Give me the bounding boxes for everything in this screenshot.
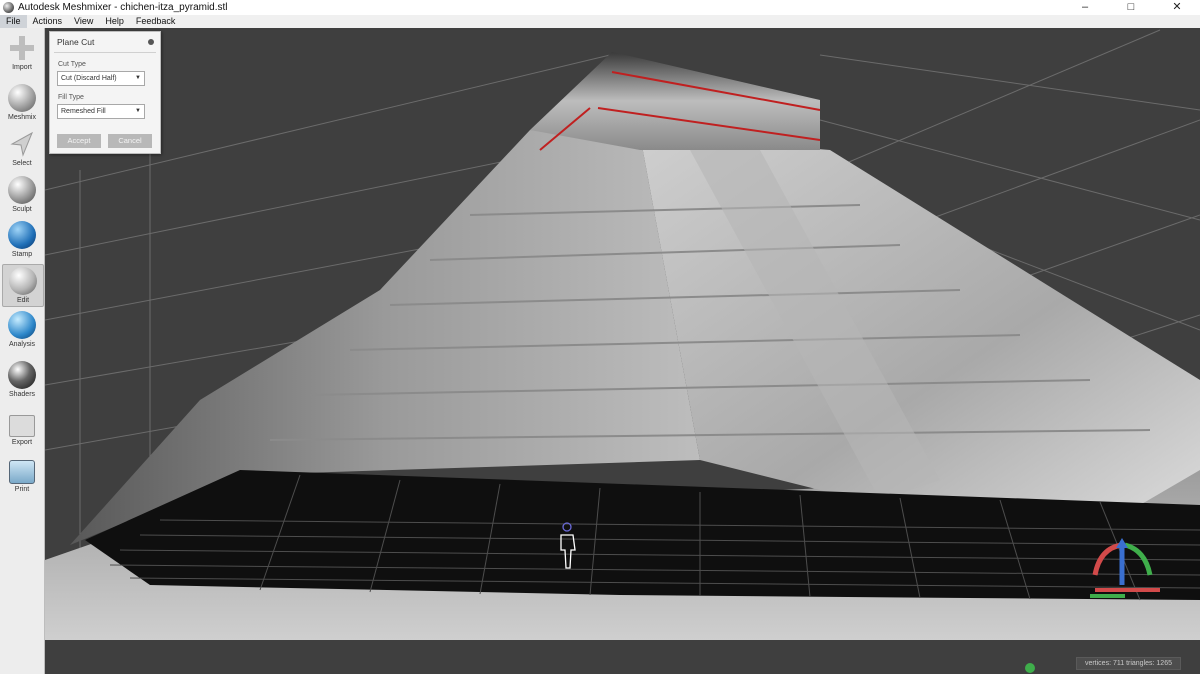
temple-top: [530, 52, 820, 150]
accept-button[interactable]: Accept: [57, 134, 101, 148]
sculpt-brush-icon: [8, 176, 36, 204]
fill-type-value: Remeshed Fill: [61, 108, 106, 115]
tool-meshmix-label: Meshmix: [7, 114, 36, 121]
tool-shaders[interactable]: Shaders: [2, 361, 42, 399]
menu-file[interactable]: File: [0, 15, 27, 28]
plane-cut-panel: Plane Cut Cut Type Cut (Discard Half) ▼ …: [49, 31, 161, 154]
minimize-button[interactable]: –: [1062, 0, 1108, 15]
tool-export[interactable]: Export: [2, 415, 42, 447]
plus-icon: [8, 34, 36, 62]
cut-type-value: Cut (Discard Half): [61, 75, 117, 82]
shaders-sphere-icon: [8, 361, 36, 389]
tool-sculpt[interactable]: Sculpt: [2, 176, 42, 214]
export-icon: [9, 415, 35, 437]
window-controls: – □ ✕: [1062, 0, 1200, 15]
stamp-icon: [8, 221, 36, 249]
tool-print[interactable]: Print: [2, 460, 42, 494]
fill-type-dropdown[interactable]: Remeshed Fill ▼: [57, 104, 145, 119]
menu-help[interactable]: Help: [99, 15, 130, 28]
fill-type-label: Fill Type: [58, 94, 84, 101]
tool-select-label: Select: [12, 160, 32, 167]
tool-edit-label: Edit: [16, 297, 30, 304]
tool-stamp[interactable]: Stamp: [2, 221, 42, 259]
tool-print-label: Print: [14, 486, 30, 493]
green-marker: [1025, 663, 1035, 673]
tool-meshmix[interactable]: Meshmix: [2, 84, 42, 122]
tool-import[interactable]: Import: [2, 34, 42, 72]
panel-title: Plane Cut: [57, 37, 95, 47]
menu-feedback[interactable]: Feedback: [130, 15, 182, 28]
chevron-down-icon: ▼: [135, 75, 141, 81]
meshmixer-app-icon: [3, 2, 14, 13]
left-toolbar: Import Meshmix Select Sculpt Stamp Edit …: [0, 28, 45, 674]
title-bar: Autodesk Meshmixer - chichen-itza_pyrami…: [0, 0, 1200, 15]
analysis-icon: [8, 311, 36, 339]
select-arrow-icon: [8, 130, 36, 158]
tool-select[interactable]: Select: [2, 130, 42, 168]
3d-viewport[interactable]: [45, 28, 1200, 674]
cancel-button[interactable]: Cancel: [108, 134, 152, 148]
tool-sculpt-label: Sculpt: [12, 206, 32, 213]
menu-bar: File Actions View Help Feedback: [0, 15, 1200, 28]
tool-export-label: Export: [11, 439, 33, 446]
tool-analysis-label: Analysis: [8, 341, 36, 348]
cut-type-label: Cut Type: [58, 61, 86, 68]
menu-view[interactable]: View: [68, 15, 99, 28]
cut-type-dropdown[interactable]: Cut (Discard Half) ▼: [57, 71, 145, 86]
viewport-scene: [45, 29, 1200, 673]
tool-analysis[interactable]: Analysis: [2, 311, 42, 349]
maximize-button[interactable]: □: [1108, 0, 1154, 15]
tool-stamp-label: Stamp: [11, 251, 33, 258]
tool-edit[interactable]: Edit: [2, 264, 44, 307]
close-window-button[interactable]: ✕: [1154, 0, 1200, 15]
panel-close-icon[interactable]: [148, 39, 154, 45]
menu-actions[interactable]: Actions: [27, 15, 69, 28]
panel-divider: [54, 52, 156, 53]
meshmix-icon: [8, 84, 36, 112]
edit-icon: [9, 267, 37, 295]
window-title: Autodesk Meshmixer - chichen-itza_pyrami…: [18, 2, 228, 13]
chevron-down-icon: ▼: [135, 108, 141, 114]
print-icon: [9, 460, 35, 484]
mesh-stats-readout: vertices: 711 triangles: 1265: [1075, 657, 1181, 670]
panel-header: Plane Cut: [50, 32, 160, 52]
tool-shaders-label: Shaders: [8, 391, 36, 398]
panel-buttons: Accept Cancel: [57, 134, 152, 148]
tool-import-label: Import: [12, 64, 32, 71]
